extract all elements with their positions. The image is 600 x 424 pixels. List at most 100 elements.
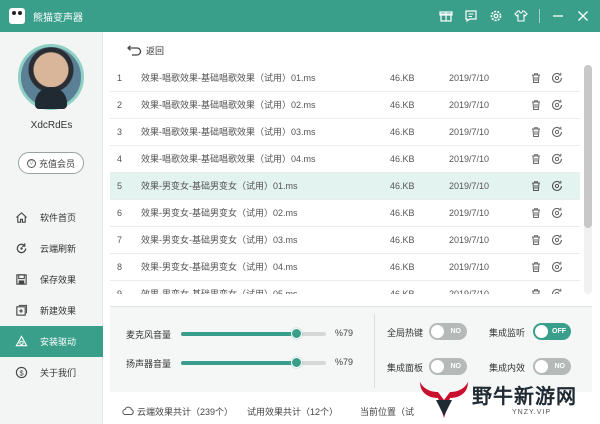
item-date: 2019/7/10 — [449, 262, 490, 272]
apply-effect-icon[interactable] — [551, 72, 563, 84]
delete-icon[interactable] — [530, 153, 542, 165]
item-name: 效果-唱歌效果-基础唱歌效果（试用）04.ms — [141, 154, 316, 164]
sidebar-item-cloud-refresh[interactable]: 云端刷新 — [0, 233, 103, 264]
integrated-internal-label: 集成内效 — [489, 363, 526, 373]
item-size: 46.KB — [390, 262, 415, 272]
sidebar-item-label: 新建效果 — [40, 306, 77, 316]
back-arrow-icon — [127, 44, 142, 56]
gift-icon[interactable] — [439, 9, 453, 23]
sidebar-item-label: 云端刷新 — [40, 244, 77, 254]
sidebar-item-label: 安装驱动 — [40, 337, 77, 347]
item-name: 效果-男变女-基础男变女（试用）05.ms — [141, 289, 298, 294]
delete-icon[interactable] — [530, 126, 542, 138]
title-separator — [539, 9, 540, 23]
message-icon[interactable] — [464, 9, 478, 23]
global-hotkey-toggle[interactable]: NO — [429, 323, 467, 340]
apply-effect-icon[interactable] — [551, 126, 563, 138]
sidebar-item-home[interactable]: 软件首页 — [0, 202, 103, 233]
mic-volume-slider[interactable] — [181, 328, 326, 339]
list-item[interactable]: 9 效果-男变女-基础男变女（试用）05.ms 46.KB 2019/7/10 — [110, 281, 580, 294]
item-size: 46.KB — [390, 154, 415, 164]
apply-effect-icon[interactable] — [551, 99, 563, 111]
speaker-volume-thumb[interactable] — [290, 357, 302, 368]
minimize-icon[interactable] — [551, 9, 565, 23]
mic-volume-thumb[interactable] — [290, 328, 302, 339]
sidebar-item-about[interactable]: $ 关于我们 — [0, 357, 103, 388]
toggle-state: NO — [554, 363, 566, 370]
info-icon: $ — [14, 366, 28, 380]
delete-icon[interactable] — [530, 288, 542, 294]
item-index: 8 — [117, 262, 123, 272]
list-item[interactable]: 2 效果-唱歌效果-基础唱歌效果（试用）02.ms 46.KB 2019/7/1… — [110, 92, 580, 119]
username: XdcRdEs — [30, 120, 73, 131]
list-item[interactable]: 3 效果-唱歌效果-基础唱歌效果（试用）03.ms 46.KB 2019/7/1… — [110, 119, 580, 146]
apply-effect-icon[interactable] — [551, 261, 563, 273]
skin-icon[interactable] — [514, 9, 528, 23]
avatar[interactable] — [18, 44, 84, 110]
delete-icon[interactable] — [530, 234, 542, 246]
sidebar-nav: 软件首页 云端刷新 保存效果 新建效果 安装驱动 $ 关于我们 — [0, 202, 103, 388]
settings-icon[interactable] — [489, 9, 503, 23]
watermark: 野牛新游网 YNZY.VIP — [412, 376, 600, 424]
list-item[interactable]: 6 效果-男变女-基础男变女（试用）02.ms 46.KB 2019/7/10 — [110, 200, 580, 227]
vip-icon: ▽ — [26, 158, 36, 168]
app-title: 熊猫变声器 — [33, 12, 83, 24]
item-date: 2019/7/10 — [449, 289, 490, 294]
item-index: 2 — [117, 100, 123, 110]
save-icon — [14, 273, 28, 287]
sidebar-item-save-effect[interactable]: 保存效果 — [0, 264, 103, 295]
speaker-volume-label: 扬声器音量 — [126, 359, 172, 369]
item-size: 46.KB — [390, 181, 415, 191]
sidebar-item-label: 软件首页 — [40, 213, 77, 223]
item-size: 46.KB — [390, 208, 415, 218]
item-name: 效果-男变女-基础男变女（试用）04.ms — [141, 262, 298, 272]
item-index: 3 — [117, 127, 123, 137]
toggle-knob — [535, 325, 548, 338]
apply-effect-icon[interactable] — [551, 207, 563, 219]
toggle-state: NO — [450, 328, 462, 335]
refresh-icon — [14, 242, 28, 256]
delete-icon[interactable] — [530, 207, 542, 219]
delete-icon[interactable] — [530, 261, 542, 273]
sidebar-item-label: 保存效果 — [40, 275, 77, 285]
list-item[interactable]: 7 效果-男变女-基础男变女（试用）03.ms 46.KB 2019/7/10 — [110, 227, 580, 254]
delete-icon[interactable] — [530, 72, 542, 84]
mic-volume-label: 麦克风音量 — [126, 330, 172, 340]
speaker-volume-slider[interactable] — [181, 357, 326, 368]
sidebar-item-new-effect[interactable]: 新建效果 — [0, 295, 103, 326]
toggle-knob — [431, 360, 444, 373]
integrated-monitor-toggle[interactable]: OFF — [533, 323, 571, 340]
home-icon — [14, 211, 28, 225]
integrated-internal-toggle[interactable]: NO — [533, 358, 571, 375]
add-icon — [14, 304, 28, 318]
item-date: 2019/7/10 — [449, 73, 490, 83]
item-date: 2019/7/10 — [449, 208, 490, 218]
delete-icon[interactable] — [530, 180, 542, 192]
effect-file-list: 1 效果-唱歌效果-基础唱歌效果（试用）01.ms 46.KB 2019/7/1… — [110, 65, 580, 294]
apply-effect-icon[interactable] — [551, 288, 563, 294]
list-item[interactable]: 4 效果-唱歌效果-基础唱歌效果（试用）04.ms 46.KB 2019/7/1… — [110, 146, 580, 173]
apply-effect-icon[interactable] — [551, 234, 563, 246]
item-date: 2019/7/10 — [449, 181, 490, 191]
close-icon[interactable] — [576, 9, 590, 23]
back-button[interactable]: 返回 — [126, 44, 164, 57]
list-item[interactable]: 8 效果-男变女-基础男变女（试用）04.ms 46.KB 2019/7/10 — [110, 254, 580, 281]
list-item-selected[interactable]: 5 效果-男变女-基础男变女（试用）01.ms 46.KB 2019/7/10 — [110, 173, 580, 200]
item-size: 46.KB — [390, 235, 415, 245]
item-date: 2019/7/10 — [449, 235, 490, 245]
speaker-volume-value: %79 — [335, 357, 354, 367]
apply-effect-icon[interactable] — [551, 180, 563, 192]
current-position: 当前位置（试 — [360, 406, 415, 417]
svg-text:$: $ — [19, 368, 23, 377]
scrollbar-thumb[interactable] — [584, 65, 592, 228]
integrated-panel-toggle[interactable]: NO — [429, 358, 467, 375]
sidebar-item-install-driver[interactable]: 安装驱动 — [0, 326, 103, 357]
apply-effect-icon[interactable] — [551, 153, 563, 165]
integrated-panel-label: 集成面板 — [387, 363, 424, 373]
watermark-url: YNZY.VIP — [512, 409, 551, 416]
item-size: 46.KB — [390, 127, 415, 137]
list-scrollbar[interactable] — [584, 65, 592, 294]
vip-recharge-button[interactable]: ▽ 充值会员 — [18, 152, 84, 174]
list-item[interactable]: 1 效果-唱歌效果-基础唱歌效果（试用）01.ms 46.KB 2019/7/1… — [110, 65, 580, 92]
delete-icon[interactable] — [530, 99, 542, 111]
